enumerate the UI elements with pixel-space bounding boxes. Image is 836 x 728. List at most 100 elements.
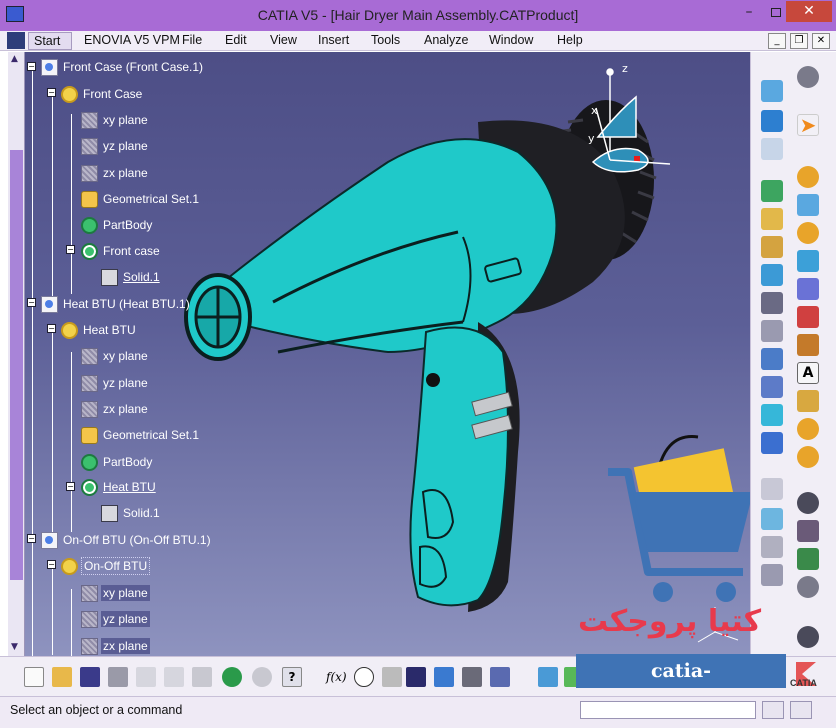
power-input-field[interactable] bbox=[580, 701, 756, 719]
menu-window[interactable]: Window bbox=[489, 33, 533, 47]
space-analysis-icon[interactable] bbox=[761, 508, 783, 530]
minimize-button[interactable]: – bbox=[735, 2, 763, 22]
menu-file[interactable]: File bbox=[182, 33, 202, 47]
collapse-toggle[interactable]: − bbox=[27, 534, 36, 543]
menu-edit[interactable]: Edit bbox=[225, 33, 247, 47]
generate-numbering-icon[interactable] bbox=[761, 236, 783, 258]
menu-start[interactable]: Start bbox=[28, 32, 72, 50]
paste-icon[interactable] bbox=[192, 667, 212, 687]
tree-node-yz-plane[interactable]: yz plane bbox=[81, 609, 150, 629]
menu-app-icon[interactable] bbox=[7, 32, 25, 49]
status-button-1[interactable] bbox=[762, 701, 784, 719]
collapse-toggle[interactable]: − bbox=[66, 245, 75, 254]
comment-icon[interactable] bbox=[354, 667, 374, 687]
catalog-icon[interactable] bbox=[761, 478, 783, 500]
tree-node-on-off-btu-part[interactable]: On-Off BTU bbox=[61, 556, 151, 576]
tree-node-xy-plane[interactable]: xy plane bbox=[81, 110, 150, 130]
scroll-down-arrow-icon[interactable]: ▼ bbox=[11, 642, 18, 652]
redo-icon[interactable] bbox=[252, 667, 272, 687]
scroll-up-arrow-icon[interactable]: ▲ bbox=[11, 54, 18, 64]
tree-node-geometrical-set[interactable]: Geometrical Set.1 bbox=[81, 189, 201, 209]
close-button[interactable]: ✕ bbox=[786, 1, 832, 22]
generative-icon[interactable] bbox=[797, 222, 819, 244]
collapse-toggle[interactable]: − bbox=[47, 560, 56, 569]
publish-icon[interactable] bbox=[797, 250, 819, 272]
tree-node-heat-btu-body[interactable]: Heat BTU bbox=[81, 477, 158, 497]
tree-node-yz-plane[interactable]: yz plane bbox=[81, 373, 150, 393]
tree-node-xy-plane[interactable]: xy plane bbox=[81, 346, 150, 366]
switch-icon[interactable] bbox=[797, 334, 819, 356]
tree-node-partbody[interactable]: PartBody bbox=[81, 215, 154, 235]
tree-node-xy-plane[interactable]: xy plane bbox=[81, 583, 150, 603]
component-icon[interactable] bbox=[761, 110, 783, 132]
collapse-toggle[interactable]: − bbox=[27, 298, 36, 307]
save-icon[interactable] bbox=[80, 667, 100, 687]
collapse-toggle[interactable]: − bbox=[27, 62, 36, 71]
menu-tools[interactable]: Tools bbox=[371, 33, 400, 47]
macro-icon[interactable] bbox=[490, 667, 510, 687]
new-icon[interactable] bbox=[24, 667, 44, 687]
options-icon[interactable] bbox=[797, 626, 819, 648]
tools-icon[interactable] bbox=[797, 492, 819, 514]
knowledge-icon[interactable] bbox=[797, 446, 819, 468]
knowledge-icon[interactable] bbox=[382, 667, 402, 687]
tree-node-solid[interactable]: Solid.1 bbox=[101, 267, 162, 287]
pointer-icon[interactable]: ➤ bbox=[797, 114, 819, 136]
tree-node-zx-plane[interactable]: zx plane bbox=[81, 636, 150, 656]
print-icon[interactable] bbox=[108, 667, 128, 687]
menu-help[interactable]: Help bbox=[557, 33, 583, 47]
gear-icon[interactable] bbox=[797, 66, 819, 88]
formula-icon[interactable]: f(x) bbox=[326, 667, 347, 687]
weld-icon[interactable] bbox=[797, 418, 819, 440]
graph-tree-icon[interactable] bbox=[761, 208, 783, 230]
graph-icon[interactable] bbox=[434, 667, 454, 687]
existing-component-icon[interactable] bbox=[761, 138, 783, 160]
collapse-toggle[interactable]: − bbox=[66, 482, 75, 491]
tree-node-geometrical-set[interactable]: Geometrical Set.1 bbox=[81, 425, 201, 445]
status-button-2[interactable] bbox=[790, 701, 812, 719]
tree-node-yz-plane[interactable]: yz plane bbox=[81, 136, 150, 156]
reorder-icon[interactable] bbox=[797, 278, 819, 300]
tree-scrollbar[interactable]: ▲ ▼ bbox=[8, 52, 25, 656]
annotation-icon[interactable]: A bbox=[797, 362, 819, 384]
manage-icon[interactable] bbox=[797, 520, 819, 542]
scrollbar-thumb[interactable] bbox=[10, 150, 23, 580]
measure-icon[interactable] bbox=[761, 564, 783, 586]
menu-insert[interactable]: Insert bbox=[318, 33, 349, 47]
fix-icon[interactable] bbox=[761, 348, 783, 370]
cut-icon[interactable] bbox=[136, 667, 156, 687]
menu-enovia[interactable]: ENOVIA V5 VPM bbox=[84, 33, 180, 47]
update-icon[interactable] bbox=[761, 404, 783, 426]
whats-this-icon[interactable]: ? bbox=[282, 667, 302, 687]
menu-view[interactable]: View bbox=[270, 33, 297, 47]
tree-node-heat-btu-part[interactable]: Heat BTU bbox=[61, 320, 138, 340]
explode-icon[interactable] bbox=[761, 320, 783, 342]
constraint-icon[interactable] bbox=[761, 432, 783, 454]
manipulate-icon[interactable] bbox=[761, 264, 783, 286]
part-design-icon[interactable] bbox=[797, 166, 819, 188]
tree-node-heat-btu-instance[interactable]: Heat BTU (Heat BTU.1) bbox=[41, 294, 192, 314]
tree-node-on-off-btu-instance[interactable]: On-Off BTU (On-Off BTU.1) bbox=[41, 530, 213, 550]
copy-icon[interactable] bbox=[164, 667, 184, 687]
doc-minimize-button[interactable]: _ bbox=[768, 33, 786, 49]
tree-node-zx-plane[interactable]: zx plane bbox=[81, 163, 150, 183]
doc-close-button[interactable]: ✕ bbox=[812, 33, 830, 49]
snap-icon[interactable] bbox=[761, 292, 783, 314]
open-icon[interactable] bbox=[52, 667, 72, 687]
collapse-toggle[interactable]: − bbox=[47, 324, 56, 333]
tree-node-front-case-instance[interactable]: Front Case (Front Case.1) bbox=[41, 57, 205, 77]
section-icon[interactable] bbox=[761, 536, 783, 558]
settings-icon[interactable] bbox=[797, 576, 819, 598]
replace-icon[interactable] bbox=[761, 180, 783, 202]
table-icon[interactable] bbox=[406, 667, 426, 687]
product-icon[interactable] bbox=[761, 80, 783, 102]
tree-node-solid[interactable]: Solid.1 bbox=[101, 503, 162, 523]
doc-restore-button[interactable]: ❐ bbox=[790, 33, 808, 49]
scene-icon[interactable] bbox=[797, 306, 819, 328]
tree-node-zx-plane[interactable]: zx plane bbox=[81, 399, 150, 419]
lock-icon[interactable] bbox=[462, 667, 482, 687]
coincidence-icon[interactable] bbox=[761, 376, 783, 398]
sketch-icon[interactable] bbox=[797, 194, 819, 216]
fly-icon[interactable] bbox=[538, 667, 558, 687]
undo-icon[interactable] bbox=[222, 667, 242, 687]
